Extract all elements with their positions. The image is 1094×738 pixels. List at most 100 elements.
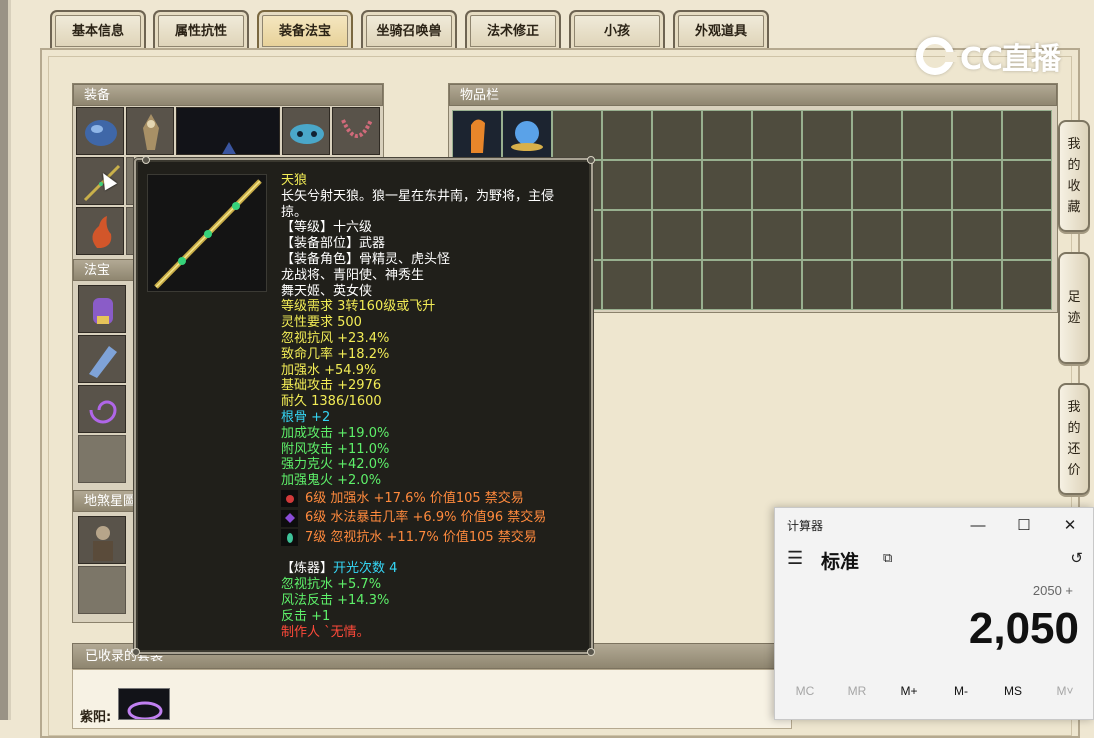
memory-list-button[interactable]: M˅ [1040,684,1090,698]
tab-appearance-items[interactable]: 外观道具 [673,10,769,50]
tab-basic-info[interactable]: 基本信息 [50,10,146,50]
minimize-icon[interactable]: — [955,512,1001,538]
equip-character-preview [176,107,280,155]
tab-attributes-resist[interactable]: 属性抗性 [153,10,249,50]
item-maker: 制作人 `无情。 [281,624,370,640]
keep-on-top-icon[interactable]: ⧉ [883,550,892,566]
tooltip-item-image [147,174,267,292]
side-button-char: 我 [1067,400,1081,415]
inventory-cell[interactable] [902,260,952,310]
inventory-cell[interactable] [1002,110,1052,160]
purple-gem-icon [281,509,298,527]
item-extra-stat: 加强鬼火 +2.0% [281,473,382,489]
green-gem-icon [281,529,298,547]
inventory-cell[interactable] [452,110,502,160]
inventory-cell[interactable] [602,260,652,310]
inventory-cell[interactable] [902,110,952,160]
tooltip-corner [587,648,595,656]
equip-slot-necklace[interactable] [126,107,174,155]
tab-equipment-treasure[interactable]: 装备法宝 [257,10,353,50]
tooltip-corner [142,156,150,164]
side-button-my-bargains[interactable]: 我 的 还 价 [1058,383,1090,495]
inventory-title-text: 物品栏 [460,88,500,103]
treasure-slot-2[interactable] [78,335,126,383]
inventory-cell[interactable] [552,110,602,160]
tab-child[interactable]: 小孩 [569,10,665,50]
memory-add-button[interactable]: M+ [884,684,934,698]
red-gem-icon [281,490,298,508]
inventory-cell[interactable] [802,110,852,160]
inventory-cell[interactable] [852,260,902,310]
treasure-slot-1[interactable] [78,285,126,333]
inventory-cell[interactable] [752,110,802,160]
inventory-cell[interactable] [852,210,902,260]
inventory-cell[interactable] [952,110,1002,160]
tab-label: 坐骑召唤兽 [376,23,442,39]
memory-recall-button[interactable]: MR [832,684,882,698]
inventory-cell[interactable] [702,210,752,260]
tianlang-staff-icon [154,179,262,289]
inventory-cell[interactable] [752,160,802,210]
treasure-slot-4[interactable] [78,435,126,483]
tooltip-corner [132,648,140,656]
tooltip-corner [587,156,595,164]
inventory-cell[interactable] [1002,160,1052,210]
side-button-my-favorites[interactable]: 我 的 收 藏 [1058,120,1090,232]
collected-sets-body [72,669,792,729]
inventory-cell[interactable] [702,160,752,210]
equip-slot-beads[interactable] [332,107,380,155]
item-base-stat: 耐久 1386/1600 [281,394,382,410]
inventory-cell[interactable] [752,260,802,310]
inventory-cell[interactable] [702,110,752,160]
memory-clear-button[interactable]: MC [780,684,830,698]
gem-text: 7级 忽视抗水 +11.7% 价值105 禁交易 [305,529,537,545]
inventory-cell[interactable] [652,160,702,210]
tab-label: 基本信息 [71,23,124,39]
inventory-cell[interactable] [902,160,952,210]
item-slot: 【装备部位】武器 [281,236,386,252]
item-description: 掠。 [281,204,308,220]
inventory-panel-title: 物品栏 [449,84,1057,106]
inventory-cell[interactable] [952,260,1002,310]
inventory-cell[interactable] [902,210,952,260]
purple-ring-icon [127,701,163,719]
inventory-cell[interactable] [602,160,652,210]
equipment-title-text: 装备 [84,88,111,103]
inventory-cell[interactable] [852,110,902,160]
tab-mount-summon[interactable]: 坐骑召唤兽 [361,10,457,50]
inventory-cell[interactable] [652,260,702,310]
inventory-cell[interactable] [852,160,902,210]
inventory-cell[interactable] [952,160,1002,210]
calculator-mode-title: 标准 [821,552,860,573]
inventory-cell[interactable] [802,210,852,260]
inventory-cell[interactable] [602,110,652,160]
inventory-cell[interactable] [502,110,552,160]
tab-spell-correction[interactable]: 法术修正 [465,10,561,50]
equip-slot-boots[interactable] [76,207,124,255]
equip-slot-helmet[interactable] [76,107,124,155]
collected-set-item[interactable] [118,688,170,720]
item-description: 长矢兮射天狼。狼一星在东井南，为野将，主侵 [281,188,555,204]
inventory-cell[interactable] [702,260,752,310]
hamburger-menu-icon[interactable]: ☰ [787,548,803,569]
memory-store-button[interactable]: MS [988,684,1038,698]
inventory-cell[interactable] [652,110,702,160]
item-name: 天狼 [281,173,308,188]
inventory-cell[interactable] [1002,260,1052,310]
treasure-slot-3[interactable] [78,385,126,433]
maximize-icon[interactable]: ☐ [1001,512,1047,538]
inventory-cell[interactable] [652,210,702,260]
inventory-cell[interactable] [1002,210,1052,260]
history-icon[interactable]: ↺ [1070,549,1083,567]
nightfiend-slot-1[interactable] [78,516,126,564]
inventory-cell[interactable] [802,260,852,310]
inventory-cell[interactable] [802,160,852,210]
close-icon[interactable]: ✕ [1047,512,1093,538]
inventory-cell[interactable] [602,210,652,260]
inventory-cell[interactable] [752,210,802,260]
memory-subtract-button[interactable]: M- [936,684,986,698]
nightfiend-slot-2[interactable] [78,566,126,614]
equip-slot-mask[interactable] [282,107,330,155]
side-button-footprints[interactable]: 足 迹 [1058,252,1090,364]
inventory-cell[interactable] [952,210,1002,260]
